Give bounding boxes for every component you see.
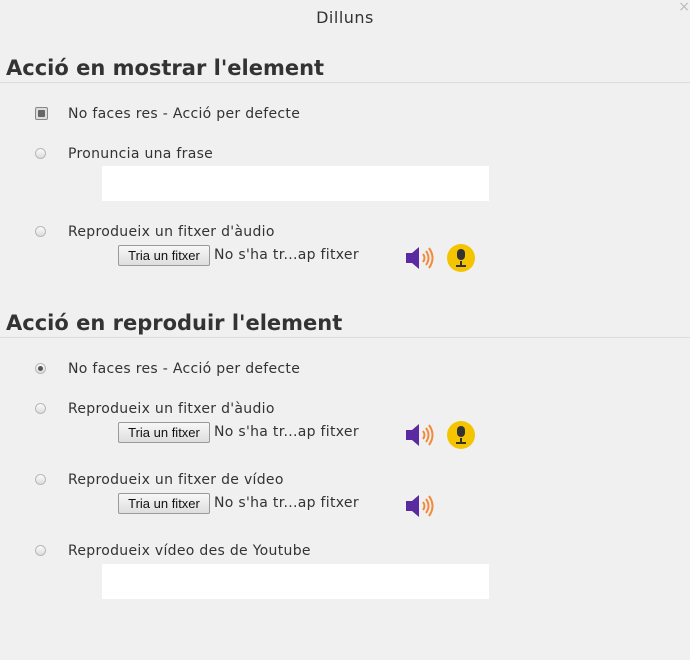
radio-play-youtube[interactable]: [35, 545, 46, 556]
option-label-play-none: No faces res - Acció per defecte: [68, 361, 301, 377]
speaker-icon[interactable]: [404, 244, 434, 272]
speaker-icon[interactable]: [404, 492, 434, 520]
file-status: No s'ha tr...ap fitxer: [214, 247, 359, 263]
choose-file-button[interactable]: Tria un fitxer: [118, 245, 210, 266]
radio-play-video[interactable]: [35, 474, 46, 485]
microphone-icon[interactable]: [447, 421, 475, 449]
divider: [0, 82, 690, 83]
section-title-show: Acció en mostrar l'element: [6, 56, 325, 80]
choose-file-button[interactable]: Tria un fitxer: [118, 493, 210, 514]
file-status: No s'ha tr...ap fitxer: [214, 424, 359, 440]
close-icon[interactable]: ×: [678, 0, 690, 14]
option-label-play-audio: Reprodueix un fitxer d'àudio: [68, 401, 275, 417]
option-label-show-phrase: Pronuncia una frase: [68, 146, 214, 162]
speaker-icon[interactable]: [404, 421, 434, 449]
file-status: No s'ha tr...ap fitxer: [214, 495, 359, 511]
option-label-play-video: Reprodueix un fitxer de vídeo: [68, 472, 284, 488]
radio-show-phrase[interactable]: [35, 148, 46, 159]
microphone-icon[interactable]: [447, 244, 475, 272]
radio-play-none[interactable]: [35, 363, 46, 374]
option-label-play-youtube: Reprodueix vídeo des de Youtube: [68, 543, 311, 559]
dialog-title: Dilluns: [316, 8, 374, 27]
phrase-input[interactable]: [102, 166, 489, 201]
radio-show-audio[interactable]: [35, 226, 46, 237]
choose-file-button[interactable]: Tria un fitxer: [118, 422, 210, 443]
radio-play-audio[interactable]: [35, 403, 46, 414]
section-title-play: Acció en reproduir l'element: [6, 311, 343, 335]
option-label-show-none: No faces res - Acció per defecte: [68, 106, 301, 122]
option-label-show-audio: Reprodueix un fitxer d'àudio: [68, 224, 275, 240]
youtube-url-input[interactable]: [102, 564, 489, 599]
radio-show-none[interactable]: [35, 107, 48, 120]
divider: [0, 337, 690, 338]
